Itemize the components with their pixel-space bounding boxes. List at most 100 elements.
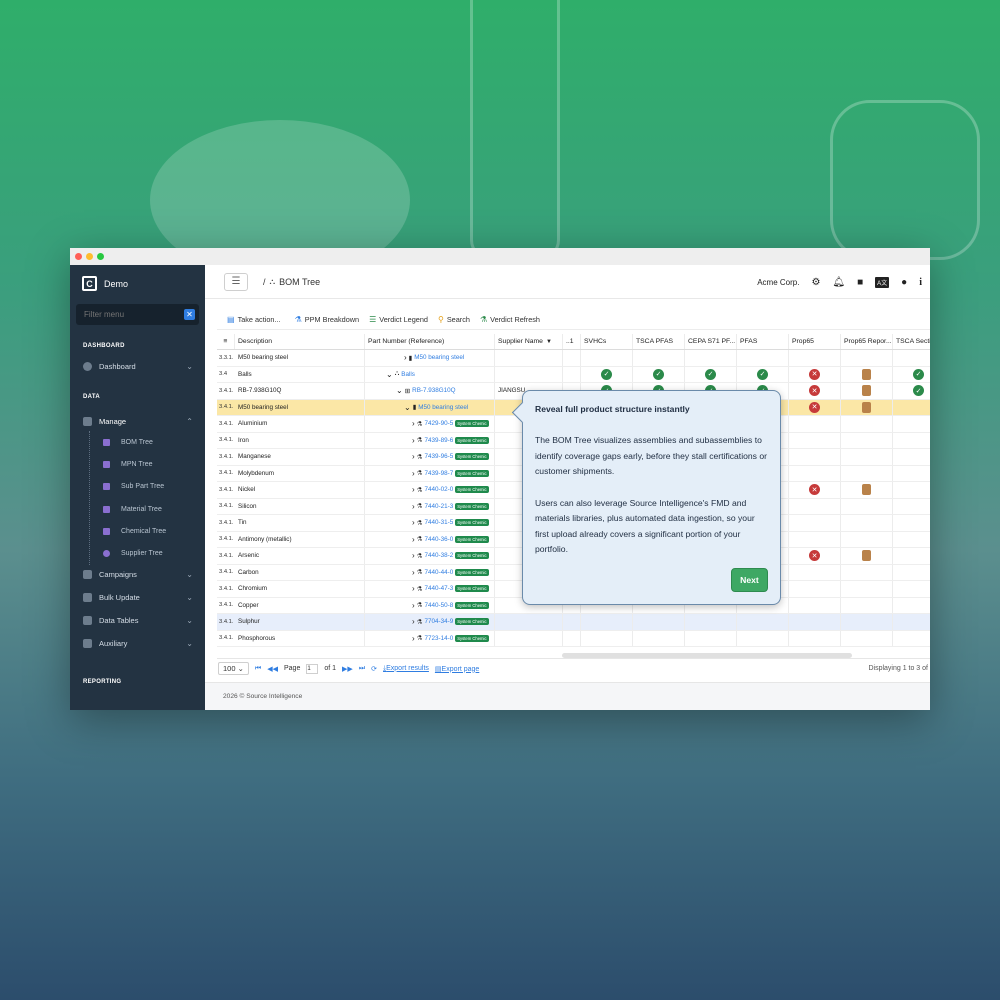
chevron-down-icon[interactable]: ⌄ [396, 386, 403, 395]
part-link[interactable]: 7723-14-0 [425, 635, 454, 642]
column-menu-icon[interactable]: ≡ [217, 334, 235, 349]
chevron-right-icon[interactable]: › [412, 617, 415, 626]
table-row[interactable]: 3.4.1. Phosphorous › ⚗ 7723-14-0 System Chemi… [217, 630, 930, 647]
column-header-cepa[interactable]: CEPA S71 PF... [685, 334, 737, 349]
chevron-right-icon[interactable]: › [412, 502, 415, 511]
prev-page-icon[interactable]: ◀◀ [267, 665, 278, 673]
maximize-dot-icon[interactable] [97, 253, 104, 260]
column-header-prop65-report[interactable]: Prop65 Repor... [841, 334, 893, 349]
export-results-link[interactable]: ⤓Export results [383, 665, 429, 673]
chevron-right-icon[interactable]: › [412, 634, 415, 643]
chevron-right-icon[interactable]: › [412, 419, 415, 428]
part-link[interactable]: 7429-90-5 [425, 420, 454, 427]
sidebar-item-dashboard[interactable]: Dashboard ⌄ [70, 357, 205, 375]
sidebar-item-sub-part-tree[interactable]: Sub Part Tree [70, 476, 205, 498]
report-icon[interactable] [862, 385, 871, 397]
chevron-right-icon[interactable]: › [412, 452, 415, 461]
column-header-trunc[interactable]: ..1 [563, 334, 581, 349]
minimize-dot-icon[interactable] [86, 253, 93, 260]
chevron-down-icon[interactable]: ⌄ [386, 370, 393, 379]
x-circle-icon[interactable]: ✕ [809, 368, 820, 380]
part-link[interactable]: 7440-50-8 [425, 602, 454, 609]
report-icon[interactable] [862, 484, 871, 496]
page-size-select[interactable]: 100 ⌄ [218, 662, 249, 675]
chevron-down-icon[interactable]: ⌄ [404, 403, 411, 412]
report-icon[interactable] [862, 550, 871, 562]
chevron-right-icon[interactable]: › [412, 436, 415, 445]
column-header-svhc[interactable]: SVHCs [581, 334, 633, 349]
part-link[interactable]: 7440-44-0 [425, 569, 454, 576]
check-circle-icon[interactable]: ✓ [653, 368, 664, 380]
company-name[interactable]: Acme Corp. [757, 278, 799, 287]
chevron-right-icon[interactable]: › [412, 601, 415, 610]
sidebar-item-mpn-tree[interactable]: MPN Tree [70, 453, 205, 475]
check-circle-icon[interactable]: ✓ [757, 368, 768, 380]
take-action-button[interactable]: ▤ Take action... [227, 315, 281, 324]
check-circle-icon[interactable]: ✓ [705, 368, 716, 380]
x-circle-icon[interactable]: ✕ [809, 385, 820, 397]
part-link[interactable]: 7440-38-2 [425, 552, 454, 559]
table-row[interactable]: 3.4 Balls ⌄ ⛬ Balls ✓ ✓ ✓ ✓ ✕ ✓ [217, 366, 930, 383]
report-icon[interactable] [862, 401, 871, 413]
check-circle-icon[interactable]: ✓ [601, 368, 612, 380]
part-link[interactable]: 7440-21-3 [425, 503, 454, 510]
column-header-part[interactable]: Part Number (Reference) [365, 334, 495, 349]
sidebar-item-chemical-tree[interactable]: Chemical Tree [70, 520, 205, 542]
part-link[interactable]: 7439-96-5 [425, 453, 454, 460]
column-header-tsca-pfas[interactable]: TSCA PFAS [633, 334, 685, 349]
info-icon[interactable]: i [919, 277, 922, 288]
close-dot-icon[interactable] [75, 253, 82, 260]
last-page-icon[interactable]: ⏭ [359, 665, 365, 673]
sidebar-item-data-tables[interactable]: Data Tables ⌄ [70, 612, 205, 630]
menu-toggle-button[interactable]: ☰ [224, 272, 248, 291]
filter-menu-input[interactable] [84, 310, 174, 319]
first-page-icon[interactable]: ⏮ [255, 665, 261, 673]
report-icon[interactable] [862, 368, 871, 380]
check-circle-icon[interactable]: ✓ [913, 368, 924, 380]
sidebar-item-bulk-update[interactable]: Bulk Update ⌄ [70, 589, 205, 607]
chevron-right-icon[interactable]: › [404, 353, 407, 362]
chevron-right-icon[interactable]: › [412, 535, 415, 544]
table-row[interactable]: 3.3.1. M50 bearing steel › ▮ M50 bearing ste… [217, 350, 930, 367]
brand[interactable]: C Demo [70, 265, 205, 302]
verdict-legend-button[interactable]: ☰ Verdict Legend [369, 315, 428, 324]
translate-icon[interactable]: A文 [875, 276, 890, 288]
next-page-icon[interactable]: ▶▶ [342, 665, 353, 673]
x-circle-icon[interactable]: ✕ [809, 401, 820, 413]
sidebar-item-material-tree[interactable]: Material Tree [70, 498, 205, 520]
part-link[interactable]: 7440-36-0 [425, 536, 454, 543]
chevron-right-icon[interactable]: › [412, 568, 415, 577]
sidebar-item-campaigns[interactable]: Campaigns ⌄ [70, 566, 205, 584]
part-link[interactable]: Balls [401, 371, 415, 378]
sidebar-item-bom-tree[interactable]: BOM Tree [70, 431, 205, 453]
verdict-refresh-button[interactable]: ⚗ Verdict Refresh [480, 315, 540, 324]
column-header-tsca-section[interactable]: TSCA Secti... [893, 334, 930, 349]
reload-icon[interactable]: ⟳ [371, 665, 377, 673]
part-link[interactable]: 7704-34-9 [425, 618, 454, 625]
part-link[interactable]: 7439-89-6 [425, 437, 454, 444]
chevron-right-icon[interactable]: › [412, 551, 415, 560]
x-circle-icon[interactable]: ✕ [809, 550, 820, 562]
folder-icon[interactable]: ■ [857, 277, 863, 288]
bell-icon[interactable]: 🔔︎ [832, 277, 845, 288]
chevron-right-icon[interactable]: › [412, 518, 415, 527]
check-circle-icon[interactable]: ✓ [913, 385, 924, 397]
sidebar-item-auxiliary[interactable]: Auxiliary ⌄ [70, 635, 205, 653]
clear-filter-icon[interactable]: ✕ [184, 309, 195, 320]
part-link[interactable]: M50 bearing steel [418, 404, 468, 411]
sidebar-item-manage[interactable]: Manage ⌃ [70, 412, 205, 430]
part-link[interactable]: RB-7.938G10Q [412, 387, 455, 394]
part-link[interactable]: 7439-98-7 [425, 470, 454, 477]
column-header-prop65[interactable]: Prop65 [789, 334, 841, 349]
column-header-supplier[interactable]: Supplier Name ▼ [495, 334, 563, 349]
table-row[interactable]: 3.4.1. Sulphur › ⚗ 7704-34-9 System Chemic [217, 614, 930, 631]
part-link[interactable]: 7440-31-5 [425, 519, 454, 526]
part-link[interactable]: 7440-47-3 [425, 585, 454, 592]
chevron-right-icon[interactable]: › [412, 469, 415, 478]
part-link[interactable]: M50 bearing steel [414, 354, 464, 361]
next-button[interactable]: Next [731, 568, 768, 592]
chevron-right-icon[interactable]: › [412, 485, 415, 494]
search-button[interactable]: ⚲ Search [438, 315, 470, 324]
chevron-right-icon[interactable]: › [412, 584, 415, 593]
gear-icon[interactable]: ⚙ [811, 277, 820, 288]
